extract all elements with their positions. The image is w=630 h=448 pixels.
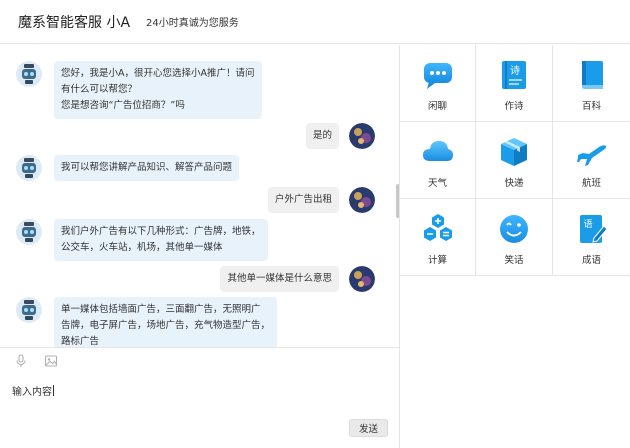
message-bubble: 其他单一媒体是什么意思 — [220, 266, 339, 292]
message-line: 其他单一媒体是什么意思 — [227, 273, 332, 284]
message-line: 我可以帮您讲解产品知识、解答产品问题 — [61, 162, 233, 173]
input-toolbar — [0, 347, 399, 373]
image-icon[interactable] — [44, 354, 58, 368]
service-grid: 闲聊 诗 作诗 百科 天气 快递 航班 计算 笑话 语 成语 — [400, 45, 630, 276]
message-line: 单一媒体包括墙面广告，三面翻广告，无照明广 — [61, 304, 261, 315]
chat-bubble-icon — [421, 58, 455, 92]
message-user: 户外广告出租 — [267, 187, 375, 213]
microphone-icon[interactable] — [14, 353, 28, 368]
message-bubble: 是的 — [305, 123, 339, 149]
message-bot: 单一媒体包括墙面广告，三面翻广告，无照明广 告牌，电子屏广告，场地广告，充气物造… — [16, 297, 278, 347]
service-poem[interactable]: 诗 作诗 — [476, 45, 553, 122]
service-label: 快递 — [504, 178, 524, 189]
message-line: 公交车，火车站，机场，其他单一媒体 — [61, 242, 223, 253]
user-avatar — [349, 187, 375, 213]
cloud-icon — [421, 135, 455, 169]
book-icon — [575, 58, 609, 92]
chat-app: 魔系智能客服 小A 24小时真诚为您服务 您好，我是小A，很开心您选择小A推广！… — [0, 0, 630, 448]
service-label: 作诗 — [504, 101, 524, 112]
message-bot: 您好，我是小A，很开心您选择小A推广！请问 有什么可以帮您？ 您是想咨询“广告位… — [16, 61, 262, 119]
message-line: 是的 — [312, 130, 332, 141]
service-idiom[interactable]: 语 成语 — [553, 199, 630, 276]
service-label: 计算 — [427, 255, 447, 266]
input-text[interactable]: 输入内容 — [12, 383, 54, 398]
message-line: 您是想咨询“广告位招商？”吗 — [61, 100, 185, 111]
poem-icon: 诗 — [497, 58, 531, 92]
message-bubble: 我可以帮您讲解产品知识、解答产品问题 — [54, 155, 240, 181]
service-encyclopedia[interactable]: 百科 — [553, 45, 630, 122]
svg-text:语: 语 — [583, 219, 592, 230]
service-label: 笑话 — [504, 255, 524, 266]
calculator-icon — [421, 212, 455, 246]
message-line: 路标广告 — [61, 336, 100, 347]
service-flight[interactable]: 航班 — [553, 122, 630, 199]
package-icon — [497, 135, 531, 169]
message-input[interactable]: 输入内容 发送 — [0, 373, 399, 448]
bot-avatar — [16, 155, 42, 181]
page-title: 魔系智能客服 小A — [18, 14, 131, 31]
message-bubble: 户外广告出租 — [267, 187, 339, 213]
service-express[interactable]: 快递 — [476, 122, 553, 199]
text-caret — [53, 385, 54, 396]
message-line: 我们户外广告有以下几种形式：广告牌，地铁， — [61, 226, 261, 237]
message-bot: 我们户外广告有以下几种形式：广告牌，地铁， 公交车，火车站，机场，其他单一媒体 — [16, 219, 268, 261]
input-value: 输入内容 — [12, 387, 52, 398]
message-list[interactable]: 您好，我是小A，很开心您选择小A推广！请问 有什么可以帮您？ 您是想咨询“广告位… — [0, 45, 399, 347]
send-button[interactable]: 发送 — [349, 419, 388, 437]
message-bubble: 我们户外广告有以下几种形式：广告牌，地铁， 公交车，火车站，机场，其他单一媒体 — [54, 219, 268, 261]
service-joke[interactable]: 笑话 — [476, 199, 553, 276]
bot-avatar — [16, 297, 42, 323]
bot-avatar — [16, 219, 42, 245]
message-line: 您好，我是小A，很开心您选择小A推广！请问 — [61, 68, 255, 79]
airplane-icon — [575, 135, 609, 169]
service-label: 百科 — [581, 101, 601, 112]
user-avatar — [349, 266, 375, 292]
page-subtitle: 24小时真诚为您服务 — [146, 18, 239, 29]
message-bubble: 单一媒体包括墙面广告，三面翻广告，无照明广 告牌，电子屏广告，场地广告，充气物造… — [54, 297, 278, 347]
service-chat[interactable]: 闲聊 — [400, 45, 476, 122]
service-label: 成语 — [581, 255, 601, 266]
service-label: 闲聊 — [427, 101, 447, 112]
message-line: 告牌，电子屏广告，场地广告，充气物造型广告， — [61, 320, 271, 331]
service-calculator[interactable]: 计算 — [400, 199, 476, 276]
message-line: 有什么可以帮您？ — [61, 84, 138, 95]
chat-header: 魔系智能客服 小A 24小时真诚为您服务 — [0, 0, 630, 44]
message-line: 户外广告出租 — [274, 194, 332, 205]
message-user: 其他单一媒体是什么意思 — [220, 266, 375, 292]
smile-icon — [497, 212, 531, 246]
service-label: 天气 — [427, 178, 447, 189]
svg-text:诗: 诗 — [510, 64, 520, 77]
service-label: 航班 — [581, 178, 601, 189]
message-user: 是的 — [305, 123, 375, 149]
bot-avatar — [16, 61, 42, 87]
user-avatar — [349, 123, 375, 149]
message-bubble: 您好，我是小A，很开心您选择小A推广！请问 有什么可以帮您？ 您是想咨询“广告位… — [54, 61, 262, 119]
idiom-icon: 语 — [575, 212, 609, 246]
message-bot: 我可以帮您讲解产品知识、解答产品问题 — [16, 155, 240, 181]
service-weather[interactable]: 天气 — [400, 122, 476, 199]
